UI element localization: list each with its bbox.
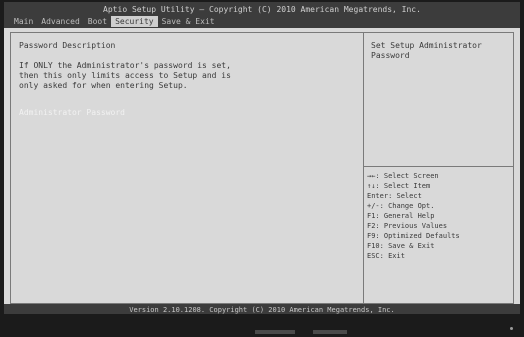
tab-main[interactable]: Main: [10, 16, 37, 27]
bios-screen: Aptio Setup Utility – Copyright (C) 2010…: [4, 2, 520, 314]
info-line: If ONLY the Administrator's password is …: [19, 61, 231, 70]
info-line: only asked for when entering Setup.: [19, 81, 188, 90]
key-hint: +/-: Change Opt.: [367, 202, 435, 210]
help-text: Set Setup Administrator Password: [371, 41, 482, 60]
key-hint: F9: Optimized Defaults: [367, 232, 460, 240]
pane-divider: [363, 33, 364, 303]
key-hint: ↑↓: Select Item: [367, 182, 431, 190]
tab-security[interactable]: Security: [111, 16, 158, 27]
tab-bar: Main Advanced Boot Security Save & Exit: [10, 16, 219, 27]
key-hint: Enter: Select: [367, 192, 422, 200]
version-text: Version 2.10.1208. Copyright (C) 2010 Am…: [129, 306, 395, 314]
key-hint: ESC: Exit: [367, 252, 405, 260]
key-hint: F1: General Help: [367, 212, 435, 220]
settings-pane: Password Description If ONLY the Adminis…: [19, 41, 355, 118]
section-title: Password Description: [19, 41, 116, 50]
key-hint: F10: Save & Exit: [367, 242, 435, 250]
header-bar: Aptio Setup Utility – Copyright (C) 2010…: [4, 2, 520, 28]
info-line: then this only limits access to Setup an…: [19, 71, 231, 80]
tab-save-exit[interactable]: Save & Exit: [158, 16, 219, 27]
power-led: [510, 327, 513, 330]
bezel-label-mark: [313, 330, 347, 334]
tab-boot[interactable]: Boot: [84, 16, 111, 27]
content-frame: Password Description If ONLY the Adminis…: [10, 32, 514, 304]
utility-title: Aptio Setup Utility – Copyright (C) 2010…: [103, 5, 421, 14]
administrator-password-item[interactable]: Administrator Password: [19, 108, 355, 118]
key-hint: F2: Previous Values: [367, 222, 448, 230]
tab-advanced[interactable]: Advanced: [37, 16, 84, 27]
key-legend: →←: Select Screen ↑↓: Select Item Enter:…: [367, 171, 511, 261]
monitor-bezel-labels: [255, 330, 355, 334]
help-divider: [364, 166, 514, 167]
bezel-label-mark: [255, 330, 295, 334]
key-hint: →←: Select Screen: [367, 172, 439, 180]
